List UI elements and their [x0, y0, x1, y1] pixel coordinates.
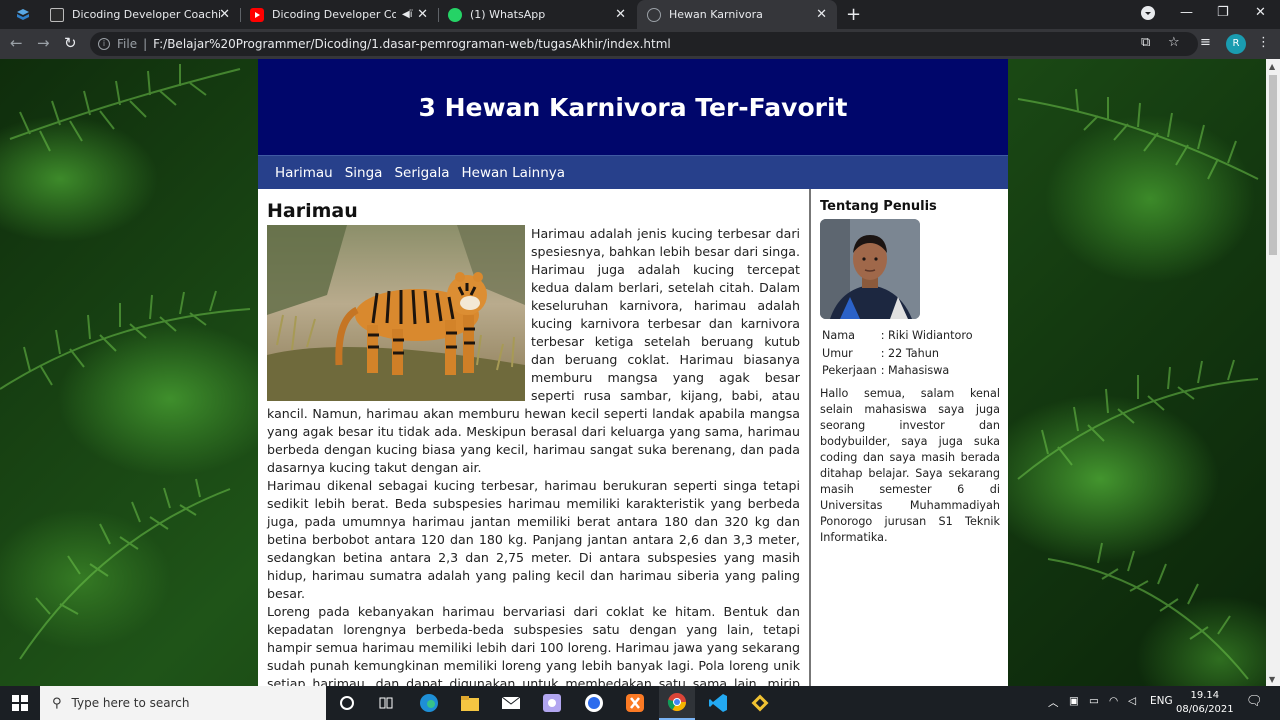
site-title: 3 Hewan Karnivora Ter-Favorit [418, 92, 848, 122]
minimize-icon[interactable]: — [1180, 5, 1193, 20]
url-text[interactable]: F:/Belajar%20Programmer/Dicoding/1.dasar… [153, 37, 671, 51]
back-arrow-icon[interactable]: ← [10, 34, 23, 52]
reload-icon[interactable]: ↻ [64, 34, 77, 52]
cortana-icon[interactable] [335, 691, 359, 715]
maximize-icon[interactable]: ❐ [1217, 5, 1229, 20]
translate-icon[interactable]: ⧉ [1141, 35, 1150, 50]
tab-title: Dicoding Developer Coaching [272, 8, 396, 21]
youtube-favicon [250, 7, 264, 22]
fern-background-right [1017, 88, 1259, 680]
close-tab-icon[interactable]: ✕ [615, 7, 626, 22]
dicoding-favicon [50, 7, 64, 22]
task-view-icon[interactable] [374, 691, 398, 715]
page-viewport: 3 Hewan Karnivora Ter-Favorit Harimau Si… [0, 59, 1280, 686]
browser-toolbar: ← → ↻ i File | F:/Belajar%20Programmer/D… [0, 29, 1280, 59]
info-icon[interactable]: i [98, 38, 110, 50]
profile-avatar[interactable]: R [1226, 34, 1246, 54]
author-heading: Tentang Penulis [820, 199, 937, 214]
menu-kebab-icon[interactable]: ⋮ [1257, 35, 1270, 50]
new-tab-button[interactable]: + [846, 4, 861, 25]
site-header: 3 Hewan Karnivora Ter-Favorit [258, 59, 1008, 155]
volume-icon[interactable]: ◁ [1128, 695, 1136, 707]
edge-icon[interactable] [417, 691, 441, 715]
nav-link-harimau[interactable]: Harimau [275, 165, 333, 181]
file-explorer-icon[interactable] [458, 691, 482, 715]
address-divider: | [143, 37, 148, 51]
close-tab-icon[interactable]: ✕ [417, 7, 428, 22]
show-hidden-icons-chevron-icon[interactable]: ︿ [1048, 695, 1059, 710]
chrome-icon[interactable] [659, 686, 695, 720]
article-paragraph: Harimau dikenal sebagai kucing terbesar,… [267, 478, 800, 601]
wifi-icon[interactable]: ◠ [1109, 695, 1118, 707]
tab-hewan-karnivora[interactable]: Hewan Karnivora ✕ [637, 0, 837, 29]
close-tab-icon[interactable]: ✕ [219, 7, 230, 22]
system-clock[interactable]: 19.14 08/06/2021 [1176, 689, 1234, 717]
scrollbar-thumb[interactable] [1269, 75, 1277, 255]
xampp-icon[interactable] [623, 691, 647, 715]
author-info-row: Umur : 22 Tahun [820, 346, 975, 364]
author-info-row: Nama : Riki Widiantoro [820, 328, 975, 346]
website-page: 3 Hewan Karnivora Ter-Favorit Harimau Si… [258, 59, 1008, 686]
browser-tabstrip: Dicoding Developer Coaching #3 ✕ Dicodin… [0, 0, 1280, 29]
meet-now-icon[interactable]: ▣ [1069, 695, 1079, 707]
input-language[interactable]: ENG [1150, 695, 1173, 707]
taskbar-search-box[interactable]: ⚲ Type here to search [40, 686, 326, 720]
globe-favicon [647, 7, 661, 22]
info-label: Umur [822, 346, 853, 360]
audio-playing-icon[interactable]: ◀ї [402, 9, 412, 20]
notifications-icon[interactable]: 🗨 [1246, 694, 1263, 709]
author-sidebar: Tentang Penulis Nama : Riki Widiantoro U… [813, 189, 1008, 686]
tab-whatsapp[interactable]: (1) WhatsApp ✕ [438, 0, 636, 29]
signal-icon[interactable] [582, 691, 606, 715]
nav-link-serigala[interactable]: Serigala [394, 165, 449, 181]
scroll-up-arrow-icon[interactable]: ▲ [1269, 62, 1275, 71]
article-content: Harimau Harimau adalah jenis kucing terb… [258, 189, 811, 686]
article-paragraph: Loreng pada kebanyakan harimau bervarias… [267, 604, 800, 686]
info-value: : Riki Widiantoro [880, 329, 973, 342]
info-value: : 22 Tahun [880, 346, 939, 360]
whatsapp-favicon [448, 7, 462, 22]
tab-title: (1) WhatsApp [470, 8, 546, 21]
scroll-down-arrow-icon[interactable]: ▼ [1269, 675, 1275, 684]
git-icon[interactable] [748, 691, 772, 715]
clock-time: 19.14 [1190, 690, 1220, 701]
site-nav: Harimau Singa Serigala Hewan Lainnya [258, 155, 1008, 189]
reading-list-icon[interactable]: ≡ [1200, 35, 1211, 50]
battery-icon[interactable]: ▭ [1089, 695, 1099, 707]
tab-dicoding-coaching-3[interactable]: Dicoding Developer Coaching #3 ✕ [40, 0, 240, 29]
close-window-icon[interactable]: ✕ [1255, 5, 1266, 20]
info-label: Pekerjaan [822, 364, 877, 377]
tab-search-icon[interactable] [1141, 6, 1155, 20]
page-scrollbar[interactable]: ▲ ▼ [1266, 59, 1280, 686]
tab-title: Dicoding Developer Coaching #3 [72, 8, 222, 21]
author-info-table: Nama : Riki Widiantoro Umur : 22 Tahun P… [820, 328, 975, 381]
author-bio: Hallo semua, salam kenal selain mahasisw… [820, 386, 1000, 544]
mail-icon[interactable] [499, 691, 523, 715]
vscode-icon[interactable] [706, 691, 730, 715]
info-label: Nama [822, 329, 855, 342]
author-info-row: Pekerjaan : Mahasiswa [820, 363, 975, 381]
address-bar[interactable]: i File | F:/Belajar%20Programmer/Dicodin… [90, 32, 1198, 56]
windows-taskbar: ⚲ Type here to search ︿ ▣ ▭ ◠ ◁ ENG 19.1… [0, 686, 1280, 720]
scheme-label: File [117, 37, 138, 51]
search-placeholder: Type here to search [71, 696, 190, 710]
fern-background-left [0, 64, 251, 660]
article-heading: Harimau [267, 200, 358, 222]
close-tab-icon[interactable]: ✕ [816, 7, 827, 22]
bookmark-star-icon[interactable]: ☆ [1168, 35, 1180, 50]
nav-link-hewan-lainnya[interactable]: Hewan Lainnya [461, 165, 565, 181]
photos-icon[interactable] [540, 691, 564, 715]
tab-dicoding-coaching-youtube[interactable]: Dicoding Developer Coaching ◀ї ✕ [240, 0, 438, 29]
author-photo [820, 219, 920, 319]
forward-arrow-icon[interactable]: → [37, 34, 50, 52]
windows-start-icon[interactable] [12, 695, 28, 711]
search-icon: ⚲ [52, 695, 62, 711]
tiger-image [267, 225, 525, 401]
info-value: : Mahasiswa [880, 364, 950, 377]
nav-link-singa[interactable]: Singa [345, 165, 383, 181]
tab-title: Hewan Karnivora [669, 8, 763, 21]
clock-date: 08/06/2021 [1176, 704, 1234, 715]
dicoding-app-icon[interactable] [16, 7, 30, 21]
